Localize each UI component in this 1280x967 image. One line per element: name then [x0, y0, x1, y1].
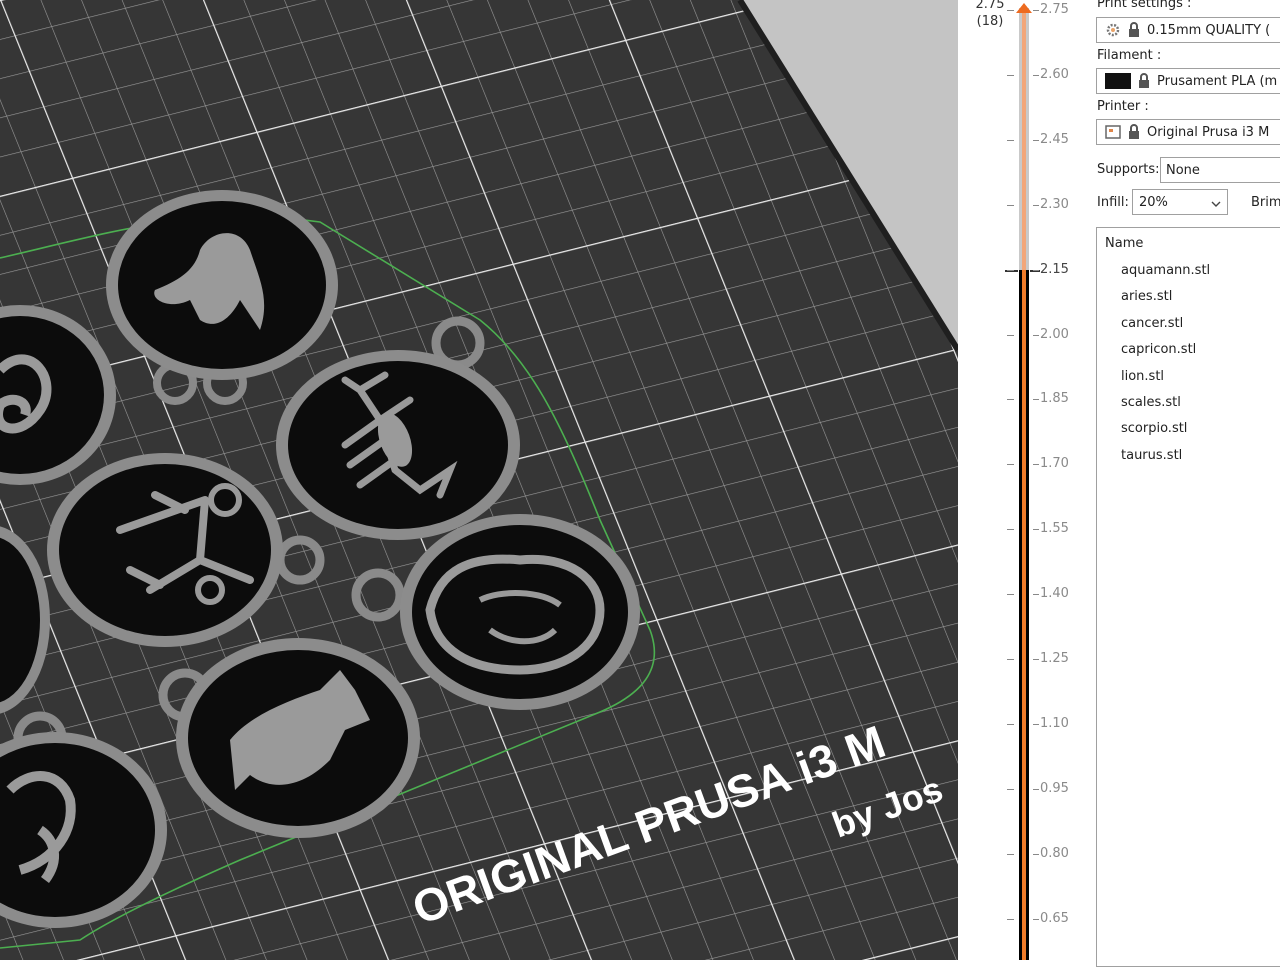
layer-slider-tick-left	[1007, 75, 1014, 76]
layer-slider-tick-right	[1033, 789, 1039, 790]
layer-slider-tick-right	[1033, 270, 1039, 271]
object-list-item[interactable]: cancer.stl	[1121, 316, 1183, 331]
layer-slider-top-label: 2.75 (18)	[968, 0, 1012, 30]
object-list-item[interactable]: taurus.stl	[1121, 448, 1182, 463]
layer-slider-range-lower	[1022, 270, 1026, 960]
lock-icon	[1139, 73, 1149, 88]
layer-slider-tick-label: 0.95	[1040, 781, 1069, 796]
layer-slider-tick-label: 2.30	[1040, 197, 1069, 212]
layer-slider-upper-thumb[interactable]	[1016, 3, 1032, 13]
layer-slider-tick-label: 2.75	[1040, 2, 1069, 17]
layer-slider-tick-right	[1033, 919, 1039, 920]
layer-slider-tick-label: 1.85	[1040, 391, 1069, 406]
layer-slider-tick-right	[1033, 659, 1039, 660]
layer-slider-tick-right	[1033, 464, 1039, 465]
layer-slider-tick-left	[1007, 205, 1014, 206]
printer-combo[interactable]: Original Prusa i3 M	[1096, 119, 1280, 145]
object-list-item[interactable]: lion.stl	[1121, 369, 1164, 384]
object-list-item[interactable]: aries.stl	[1121, 289, 1172, 304]
layer-slider-tick-right	[1033, 335, 1039, 336]
layer-slider-tick-right	[1033, 594, 1039, 595]
layer-slider-tick-label: 1.25	[1040, 651, 1069, 666]
infill-value: 20%	[1139, 194, 1168, 210]
filament-value: Prusament PLA (m	[1157, 73, 1278, 89]
top-layer-height: 2.75	[975, 0, 1005, 12]
print-settings-combo[interactable]: 0.15mm QUALITY (	[1096, 17, 1280, 43]
layer-slider-tick-left	[1007, 10, 1014, 11]
lock-icon	[1129, 22, 1139, 37]
layer-slider-tick-left	[1007, 335, 1014, 336]
filament-label: Filament :	[1097, 48, 1162, 63]
layer-slider-tick-right	[1033, 140, 1039, 141]
layer-slider-tick-label: 0.65	[1040, 911, 1069, 926]
infill-combo[interactable]: 20%	[1132, 189, 1228, 215]
object-list-item[interactable]: capricon.stl	[1121, 342, 1196, 357]
brim-label[interactable]: Brim	[1251, 195, 1280, 210]
layer-slider-range-upper	[1022, 8, 1026, 270]
layer-slider-tick-left	[1007, 919, 1014, 920]
layer-slider-tick-label: 1.10	[1040, 716, 1069, 731]
layer-slider-tick-right	[1033, 529, 1039, 530]
layer-slider-tick-right	[1033, 854, 1039, 855]
top-layer-number: (18)	[976, 14, 1004, 29]
layer-slider-tick-left	[1007, 140, 1014, 141]
layer-slider-tick-left	[1007, 659, 1014, 660]
filament-combo[interactable]: Prusament PLA (m	[1096, 68, 1280, 94]
printer-label: Printer :	[1097, 99, 1149, 114]
layer-slider-tick-right	[1033, 399, 1039, 400]
layer-slider-tick-left	[1007, 529, 1014, 530]
layer-slider-tick-left	[1007, 789, 1014, 790]
layer-slider-tick-left	[1007, 270, 1014, 271]
print-bed-scene[interactable]: ORIGINAL PRUSA i3 M by Jos	[0, 0, 958, 960]
filament-color-swatch	[1105, 73, 1131, 89]
3d-viewport[interactable]: ORIGINAL PRUSA i3 M by Jos	[0, 0, 958, 960]
layer-slider-tick-left	[1007, 724, 1014, 725]
infill-label: Infill:	[1097, 195, 1129, 210]
layer-slider-tick-label: 0.80	[1040, 846, 1069, 861]
object-list-item[interactable]: aquamann.stl	[1121, 263, 1210, 278]
layer-slider-tick-label: 1.55	[1040, 521, 1069, 536]
supports-label: Supports:	[1097, 162, 1160, 177]
printer-icon	[1105, 124, 1121, 140]
chevron-down-icon	[1211, 193, 1221, 212]
supports-value: None	[1166, 162, 1200, 178]
layer-slider-tick-label: 1.40	[1040, 586, 1069, 601]
layer-slider-tick-left	[1007, 399, 1014, 400]
layer-slider-tick-label: 2.00	[1040, 327, 1069, 342]
gear-icon	[1105, 22, 1121, 38]
print-settings-label: Print settings :	[1097, 0, 1192, 11]
layer-slider-tick-right	[1033, 10, 1039, 11]
print-settings-value: 0.15mm QUALITY (	[1147, 22, 1271, 38]
layer-slider-tick-left	[1007, 464, 1014, 465]
object-list[interactable]: Name aquamann.stl aries.stl cancer.stl c…	[1096, 227, 1280, 967]
layer-slider-tick-label: 2.15	[1040, 262, 1069, 277]
layer-slider-tick-left	[1007, 594, 1014, 595]
supports-combo[interactable]: None	[1160, 157, 1280, 183]
printer-value: Original Prusa i3 M	[1147, 124, 1270, 140]
object-list-item[interactable]: scorpio.stl	[1121, 421, 1187, 436]
lock-icon	[1129, 124, 1139, 139]
layer-slider-tick-left	[1007, 854, 1014, 855]
layer-slider-tick-label: 2.45	[1040, 132, 1069, 147]
medallion-scales[interactable]	[47, 453, 283, 647]
layer-slider-tick-right	[1033, 724, 1039, 725]
object-list-item[interactable]: scales.stl	[1121, 395, 1181, 410]
object-list-header-name[interactable]: Name	[1105, 236, 1143, 251]
layer-slider-tick-right	[1033, 205, 1039, 206]
layer-slider-tick-right	[1033, 75, 1039, 76]
layer-slider-tick-label: 1.70	[1040, 456, 1069, 471]
layer-slider-tick-label: 2.60	[1040, 67, 1069, 82]
